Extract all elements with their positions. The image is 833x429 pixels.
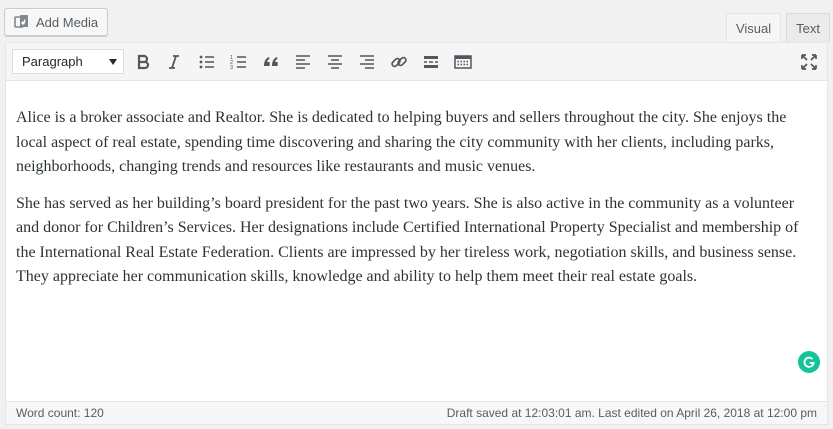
numbered-list-icon: 1 2 3 [230,55,246,71]
align-right-button[interactable] [354,49,380,75]
keyboard-icon [454,55,472,69]
chevron-down-icon [109,59,117,65]
align-center-icon [328,55,342,69]
editor-content[interactable]: Alice is a broker associate and Realtor.… [16,106,816,302]
read-more-button[interactable] [418,49,444,75]
link-icon [391,56,407,68]
editor-statusbar: Word count: 120 Draft saved at 12:03:01 … [6,401,827,424]
read-more-icon [424,56,438,68]
draft-saved-status: Draft saved at 12:03:01 am. Last edited … [446,406,817,420]
bulleted-list-button[interactable] [194,49,220,75]
editor-toolbar: Paragraph 1 2 3 [6,43,827,81]
grammarly-icon[interactable] [798,351,820,373]
format-select-value: Paragraph [22,54,83,69]
numbered-list-button[interactable]: 1 2 3 [226,49,252,75]
align-left-icon [296,55,310,69]
align-left-button[interactable] [290,49,316,75]
bold-button[interactable] [130,49,156,75]
align-center-button[interactable] [322,49,348,75]
content-paragraph: She has served as her building’s board p… [16,194,799,286]
add-media-button[interactable]: Add Media [4,8,108,36]
blockquote-icon [264,57,278,66]
italic-icon [169,55,179,69]
fullscreen-button[interactable] [796,49,822,75]
tab-visual[interactable]: Visual [725,13,782,43]
blockquote-button[interactable] [258,49,284,75]
media-icon [14,14,30,30]
tab-text[interactable]: Text [786,13,830,42]
editor: Paragraph 1 2 3 Alice is a broker associ… [5,42,828,425]
bold-icon [137,54,150,70]
bulleted-list-icon [199,55,214,69]
align-right-icon [360,55,374,69]
content-paragraph: Alice is a broker associate and Realtor.… [16,109,787,175]
insert-link-button[interactable] [386,49,412,75]
add-media-label: Add Media [36,14,99,30]
italic-button[interactable] [161,49,187,75]
word-count: Word count: 120 [16,406,104,420]
editor-tabs: Visual Text [725,13,830,43]
format-select[interactable]: Paragraph [12,49,124,74]
toolbar-toggle-button[interactable] [450,49,476,75]
fullscreen-icon [801,54,817,70]
svg-text:3: 3 [230,65,233,71]
